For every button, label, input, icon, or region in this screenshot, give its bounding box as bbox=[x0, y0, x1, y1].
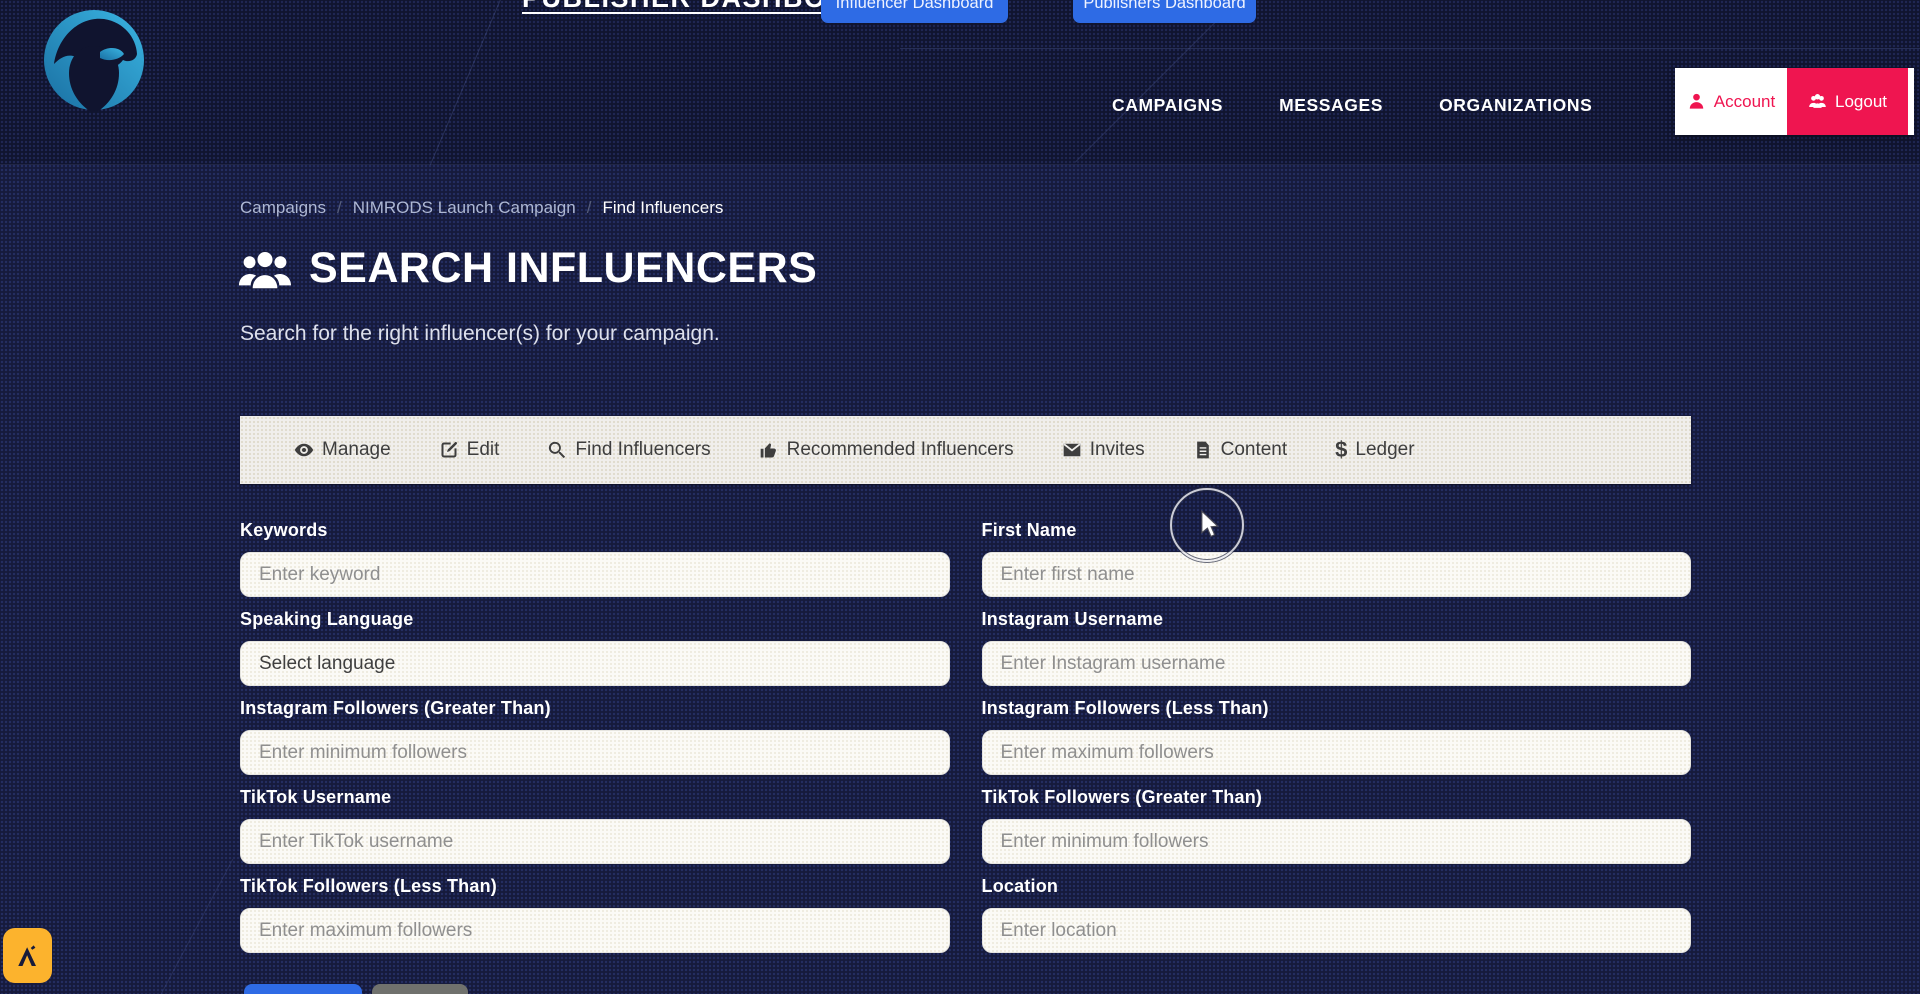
field-instagram-username: Instagram Username bbox=[982, 609, 1692, 686]
nav-organizations[interactable]: ORGANIZATIONS bbox=[1439, 95, 1592, 116]
nav-campaigns[interactable]: CAMPAIGNS bbox=[1112, 95, 1223, 116]
tab-invites[interactable]: Invites bbox=[1062, 439, 1145, 461]
field-instagram-followers-greater: Instagram Followers (Greater Than) bbox=[240, 698, 950, 775]
speaking-language-select[interactable] bbox=[240, 641, 950, 686]
campaign-tabbar: Manage Edit Find Influencers Recommended… bbox=[240, 416, 1691, 484]
instagram-followers-min-input[interactable] bbox=[240, 730, 950, 775]
nav-messages[interactable]: MESSAGES bbox=[1279, 95, 1383, 116]
accessibility-widget-button[interactable] bbox=[3, 928, 52, 983]
influencer-search-form: Keywords First Name Speaking Language In… bbox=[240, 520, 1691, 965]
tab-content-label: Content bbox=[1221, 439, 1288, 461]
breadcrumb-current: Find Influencers bbox=[602, 198, 723, 218]
tab-content[interactable]: Content bbox=[1193, 439, 1288, 461]
instagram-followers-greater-label: Instagram Followers (Greater Than) bbox=[240, 698, 950, 719]
tab-manage-label: Manage bbox=[322, 439, 391, 461]
logout-button[interactable]: Logout bbox=[1787, 68, 1908, 135]
decor-line bbox=[900, 48, 1920, 49]
tab-ledger[interactable]: $ Ledger bbox=[1335, 439, 1414, 461]
accessibility-icon bbox=[13, 941, 43, 971]
field-tiktok-username: TikTok Username bbox=[240, 787, 950, 864]
publisher-dashboard-page: { "header": { "publisher_dashboard_headi… bbox=[0, 0, 1920, 994]
submit-button-cutoff[interactable] bbox=[244, 984, 362, 994]
app-header: PUBLISHER DASHBOARD Influencer Dashboard… bbox=[0, 0, 1920, 165]
tiktok-followers-greater-label: TikTok Followers (Greater Than) bbox=[982, 787, 1692, 808]
main-nav: CAMPAIGNS MESSAGES ORGANIZATIONS bbox=[1112, 88, 1592, 122]
instagram-username-input[interactable] bbox=[982, 641, 1692, 686]
tiktok-followers-max-input[interactable] bbox=[240, 908, 950, 953]
keywords-label: Keywords bbox=[240, 520, 950, 541]
account-button[interactable]: Account bbox=[1675, 68, 1787, 135]
tiktok-username-label: TikTok Username bbox=[240, 787, 950, 808]
secondary-button-cutoff[interactable] bbox=[372, 984, 468, 994]
influencer-dashboard-button[interactable]: Influencer Dashboard bbox=[821, 0, 1008, 23]
tiktok-username-input[interactable] bbox=[240, 819, 950, 864]
document-icon bbox=[1193, 440, 1213, 460]
field-tiktok-followers-greater: TikTok Followers (Greater Than) bbox=[982, 787, 1692, 864]
falcon-gamepad-logo-icon bbox=[42, 8, 146, 112]
instagram-followers-less-label: Instagram Followers (Less Than) bbox=[982, 698, 1692, 719]
account-button-label: Account bbox=[1714, 92, 1775, 112]
publishers-dashboard-button[interactable]: Publishers Dashboard bbox=[1073, 0, 1256, 23]
breadcrumb-separator: / bbox=[587, 198, 592, 218]
tab-recommended-influencers[interactable]: Recommended Influencers bbox=[759, 439, 1014, 461]
field-speaking-language: Speaking Language bbox=[240, 609, 950, 686]
tiktok-followers-min-input[interactable] bbox=[982, 819, 1692, 864]
page-title-row: SEARCH INFLUENCERS bbox=[238, 244, 817, 293]
speaking-language-label: Speaking Language bbox=[240, 609, 950, 630]
users-icon bbox=[1808, 92, 1827, 111]
page-subtitle: Search for the right influencer(s) for y… bbox=[240, 322, 720, 346]
tab-find-influencers-label: Find Influencers bbox=[575, 439, 710, 461]
brand-logo[interactable] bbox=[42, 8, 146, 112]
person-icon bbox=[1687, 92, 1706, 111]
tab-find-influencers[interactable]: Find Influencers bbox=[547, 439, 710, 461]
field-tiktok-followers-less: TikTok Followers (Less Than) bbox=[240, 876, 950, 953]
decor-line bbox=[430, 0, 501, 165]
first-name-input[interactable] bbox=[982, 552, 1692, 597]
field-location: Location bbox=[982, 876, 1692, 953]
tab-invites-label: Invites bbox=[1090, 439, 1145, 461]
tab-ledger-label: Ledger bbox=[1355, 439, 1414, 461]
breadcrumb-campaign-name[interactable]: NIMRODS Launch Campaign bbox=[353, 198, 576, 218]
edit-icon bbox=[439, 440, 459, 460]
auth-button-group: Account Logout bbox=[1675, 68, 1914, 135]
breadcrumb: Campaigns / NIMRODS Launch Campaign / Fi… bbox=[240, 198, 723, 218]
tiktok-followers-less-label: TikTok Followers (Less Than) bbox=[240, 876, 950, 897]
tab-manage[interactable]: Manage bbox=[294, 439, 391, 461]
search-icon bbox=[547, 440, 567, 460]
first-name-label: First Name bbox=[982, 520, 1692, 541]
envelope-icon bbox=[1062, 440, 1082, 460]
instagram-followers-max-input[interactable] bbox=[982, 730, 1692, 775]
field-first-name: First Name bbox=[982, 520, 1692, 597]
publishers-dashboard-button-label: Publishers Dashboard bbox=[1083, 0, 1245, 13]
field-instagram-followers-less: Instagram Followers (Less Than) bbox=[982, 698, 1692, 775]
decor-line bbox=[160, 859, 234, 994]
tab-edit[interactable]: Edit bbox=[439, 439, 500, 461]
page-title: SEARCH INFLUENCERS bbox=[309, 244, 817, 293]
instagram-username-label: Instagram Username bbox=[982, 609, 1692, 630]
breadcrumb-campaigns[interactable]: Campaigns bbox=[240, 198, 326, 218]
decor-line bbox=[1075, 0, 1238, 163]
thumbs-up-icon bbox=[759, 440, 779, 460]
location-label: Location bbox=[982, 876, 1692, 897]
tab-edit-label: Edit bbox=[467, 439, 500, 461]
users-group-icon bbox=[238, 248, 292, 290]
tab-recommended-influencers-label: Recommended Influencers bbox=[787, 439, 1014, 461]
breadcrumb-separator: / bbox=[337, 198, 342, 218]
location-input[interactable] bbox=[982, 908, 1692, 953]
logout-button-label: Logout bbox=[1835, 92, 1887, 112]
dollar-icon: $ bbox=[1335, 439, 1347, 461]
influencer-dashboard-button-label: Influencer Dashboard bbox=[836, 0, 994, 13]
eye-icon bbox=[294, 440, 314, 460]
keywords-input[interactable] bbox=[240, 552, 950, 597]
field-keywords: Keywords bbox=[240, 520, 950, 597]
